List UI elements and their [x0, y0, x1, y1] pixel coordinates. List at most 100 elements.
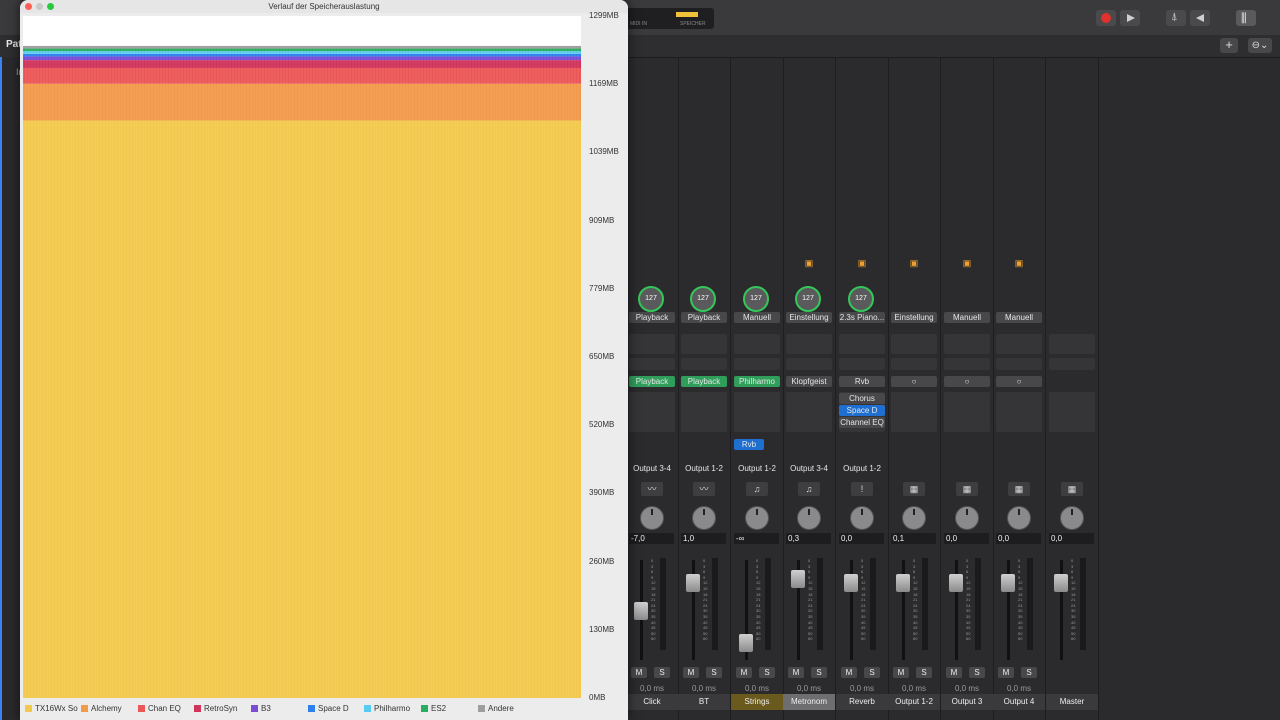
eq-slot[interactable] [839, 334, 885, 354]
midi-fx-slot[interactable] [786, 358, 832, 370]
midi-fx-slot[interactable] [629, 358, 675, 370]
instrument-slot[interactable]: Rvb [839, 376, 885, 387]
more-options-button[interactable]: ⊖⌄ [1248, 38, 1272, 53]
tuner-button[interactable] [1166, 10, 1186, 26]
channel-name[interactable]: Master [1046, 694, 1098, 710]
close-window-button[interactable] [25, 3, 32, 10]
midi-fx-slot[interactable] [1049, 358, 1095, 370]
audio-fx-slot[interactable] [944, 392, 990, 432]
solo-button[interactable]: S [811, 667, 827, 678]
eq-slot[interactable] [1049, 334, 1095, 354]
midi-fx-slot[interactable] [734, 358, 780, 370]
pan-knob[interactable] [640, 506, 664, 530]
midi-fx-slot[interactable] [891, 358, 937, 370]
zoom-window-button[interactable] [47, 3, 54, 10]
solo-button[interactable]: S [916, 667, 932, 678]
channel-name[interactable]: Output 3 [941, 694, 993, 710]
eq-slot[interactable] [996, 334, 1042, 354]
channel-name[interactable]: Metronom [783, 694, 835, 710]
solo-button[interactable]: S [706, 667, 722, 678]
volume-fader[interactable] [791, 570, 805, 588]
solo-button[interactable]: S [759, 667, 775, 678]
solo-button[interactable]: S [1021, 667, 1037, 678]
minimize-window-button[interactable] [36, 3, 43, 10]
mute-button[interactable]: M [736, 667, 752, 678]
play-button[interactable] [1120, 10, 1140, 26]
pan-knob[interactable] [902, 506, 926, 530]
midi-fx-slot[interactable] [681, 358, 727, 370]
audio-fx-slot[interactable] [734, 392, 780, 432]
midi-fx-slot[interactable] [996, 358, 1042, 370]
volume-knob[interactable]: 127 [795, 286, 821, 312]
pan-knob[interactable] [692, 506, 716, 530]
mute-button[interactable]: M [893, 667, 909, 678]
volume-fader[interactable] [949, 574, 963, 592]
output-label[interactable]: Output 1-2 [678, 464, 730, 473]
channel-name[interactable]: Output 4 [993, 694, 1045, 710]
pan-knob[interactable] [1007, 506, 1031, 530]
setting-button[interactable]: Manuell [734, 312, 780, 323]
solo-button[interactable]: S [864, 667, 880, 678]
output-label[interactable]: Output 3-4 [783, 464, 835, 473]
pan-knob[interactable] [797, 506, 821, 530]
audio-fx-item[interactable]: Chorus [839, 393, 885, 404]
output-label[interactable]: Output 3-4 [626, 464, 678, 473]
volume-fader[interactable] [686, 574, 700, 592]
eq-slot[interactable] [681, 334, 727, 354]
eq-slot[interactable] [891, 334, 937, 354]
audio-fx-item[interactable]: Space D [839, 405, 885, 416]
channel-name[interactable]: Reverb [836, 694, 888, 710]
solo-button[interactable]: S [654, 667, 670, 678]
audio-fx-item[interactable]: Channel EQ [839, 417, 885, 428]
instrument-slot[interactable]: Playback [629, 376, 675, 387]
mute-button[interactable]: M [683, 667, 699, 678]
volume-fader[interactable] [896, 574, 910, 592]
mute-button[interactable]: M [788, 667, 804, 678]
pan-knob[interactable] [955, 506, 979, 530]
solo-button[interactable]: S [969, 667, 985, 678]
mixer-view-button[interactable] [1236, 10, 1256, 26]
audio-fx-slot[interactable] [681, 392, 727, 432]
mute-button[interactable]: M [841, 667, 857, 678]
instrument-slot[interactable]: Playback [681, 376, 727, 387]
instrument-slot[interactable]: Philharmo [734, 376, 780, 387]
mute-button[interactable]: M [631, 667, 647, 678]
record-button[interactable] [1096, 10, 1116, 26]
mute-button[interactable]: M [998, 667, 1014, 678]
midi-fx-slot[interactable] [839, 358, 885, 370]
volume-fader[interactable] [739, 634, 753, 652]
add-button[interactable]: + [1220, 38, 1238, 53]
instrument-slot[interactable]: ○ [944, 376, 990, 387]
setting-button[interactable]: Playback [681, 312, 727, 323]
output-label[interactable]: Output 1-2 [731, 464, 783, 473]
volume-fader[interactable] [1001, 574, 1015, 592]
volume-knob[interactable]: 127 [638, 286, 664, 312]
setting-button[interactable]: 2.3s Piano... [839, 312, 885, 323]
setting-button[interactable]: Playback [629, 312, 675, 323]
midi-fx-slot[interactable] [944, 358, 990, 370]
volume-knob[interactable]: 127 [743, 286, 769, 312]
channel-name[interactable]: Output 1-2 [888, 694, 940, 710]
instrument-slot[interactable]: ○ [996, 376, 1042, 387]
output-label[interactable]: Output 1-2 [836, 464, 888, 473]
volume-knob[interactable]: 127 [690, 286, 716, 312]
previous-button[interactable] [1190, 10, 1210, 26]
setting-button[interactable]: Manuell [944, 312, 990, 323]
instrument-slot[interactable]: Klopfgeist [786, 376, 832, 387]
setting-button[interactable]: Einstellung [891, 312, 937, 323]
pan-knob[interactable] [745, 506, 769, 530]
setting-button[interactable]: Manuell [996, 312, 1042, 323]
audio-fx-slot[interactable] [786, 392, 832, 432]
channel-name[interactable]: Strings [731, 694, 783, 710]
volume-knob[interactable]: 127 [848, 286, 874, 312]
pan-knob[interactable] [850, 506, 874, 530]
eq-slot[interactable] [629, 334, 675, 354]
audio-fx-slot[interactable] [996, 392, 1042, 432]
audio-fx-slot[interactable] [891, 392, 937, 432]
mute-button[interactable]: M [946, 667, 962, 678]
channel-name[interactable]: BT [678, 694, 730, 710]
audio-fx-slot[interactable] [1049, 392, 1095, 432]
volume-fader[interactable] [634, 602, 648, 620]
eq-slot[interactable] [734, 334, 780, 354]
setting-button[interactable]: Einstellung [786, 312, 832, 323]
